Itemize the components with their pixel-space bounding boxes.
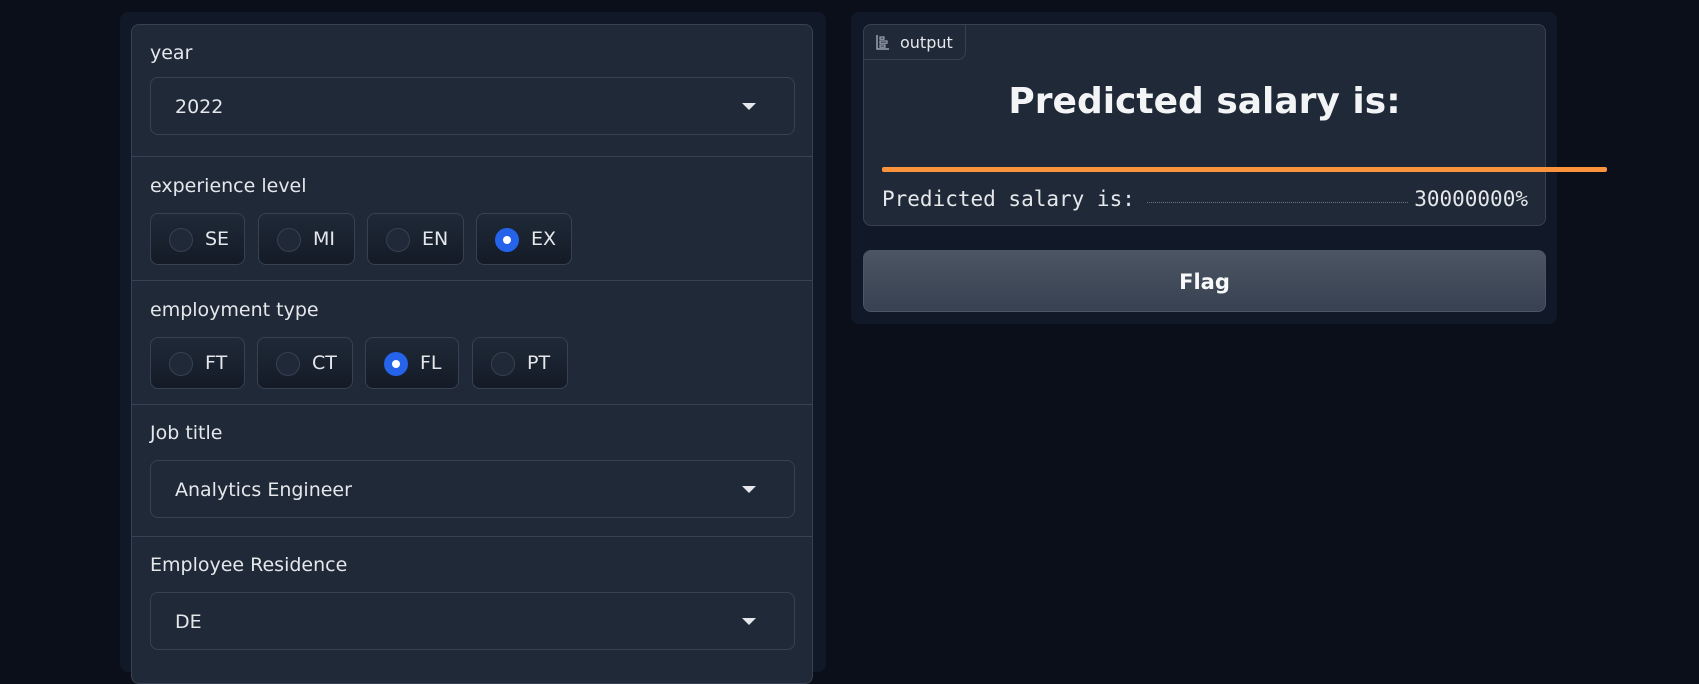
experience-level-block: experience level SE MI EN EX <box>132 156 812 280</box>
radio-label: SE <box>205 228 230 250</box>
radio-label: PT <box>527 352 551 374</box>
job-title-block: Job title Analytics Engineer <box>132 404 812 536</box>
radio-label: EN <box>422 228 449 250</box>
job-title-label: Job title <box>150 422 223 444</box>
output-panel: output Predicted salary is: Predicted sa… <box>851 12 1607 324</box>
chevron-down-icon <box>742 103 756 110</box>
radio-circle-icon <box>169 352 193 376</box>
radio-label: EX <box>531 228 557 250</box>
output-tag-label: output <box>900 32 953 52</box>
radio-option-ct[interactable]: CT <box>257 337 353 389</box>
employee-residence-block: Employee Residence DE <box>132 536 812 683</box>
radio-option-ex[interactable]: EX <box>476 213 572 265</box>
output-tag: output <box>863 24 966 60</box>
job-title-dropdown[interactable]: Analytics Engineer <box>150 460 795 518</box>
radio-circle-icon <box>169 228 193 252</box>
label-icon <box>876 35 889 50</box>
employee-residence-label: Employee Residence <box>150 554 348 576</box>
radio-option-pt[interactable]: PT <box>472 337 568 389</box>
radio-selected-icon <box>495 228 519 252</box>
radio-option-se[interactable]: SE <box>150 213 245 265</box>
radio-label: MI <box>313 228 335 250</box>
radio-option-mi[interactable]: MI <box>258 213 355 265</box>
flag-button[interactable]: Flag <box>863 250 1546 312</box>
employee-residence-value: DE <box>175 611 202 633</box>
chevron-down-icon <box>742 486 756 493</box>
chevron-down-icon <box>742 618 756 625</box>
radio-circle-icon <box>276 352 300 376</box>
radio-option-ft[interactable]: FT <box>150 337 245 389</box>
radio-option-fl[interactable]: FL <box>365 337 459 389</box>
confidence-label: Predicted salary is: <box>882 187 1135 211</box>
radio-circle-icon <box>277 228 301 252</box>
confidence-row: Predicted salary is: 30000000% <box>882 181 1528 211</box>
radio-label: CT <box>312 352 337 374</box>
year-block: year 2022 <box>132 25 812 146</box>
experience-level-label: experience level <box>150 175 307 197</box>
inputs-form: year 2022 experience level SE MI EN EX e… <box>131 24 813 684</box>
year-label: year <box>150 42 193 64</box>
radio-circle-icon <box>491 352 515 376</box>
confidence-bar <box>882 167 1607 172</box>
output-heading: Predicted salary is: <box>1008 81 1401 122</box>
employee-residence-dropdown[interactable]: DE <box>150 592 795 650</box>
radio-option-en[interactable]: EN <box>367 213 464 265</box>
radio-label: FL <box>420 352 442 374</box>
radio-label: FT <box>205 352 228 374</box>
year-dropdown[interactable]: 2022 <box>150 77 795 135</box>
job-title-value: Analytics Engineer <box>175 479 352 501</box>
confidence-value: 30000000% <box>1414 187 1528 211</box>
employment-type-block: employment type FT CT FL PT <box>132 280 812 404</box>
dotted-leader <box>1146 202 1409 203</box>
radio-selected-icon <box>384 352 408 376</box>
output-label-box: output Predicted salary is: Predicted sa… <box>863 24 1607 226</box>
inputs-panel: year 2022 experience level SE MI EN EX e… <box>120 12 826 684</box>
year-value: 2022 <box>175 96 224 118</box>
radio-circle-icon <box>386 228 410 252</box>
employment-type-label: employment type <box>150 299 319 321</box>
